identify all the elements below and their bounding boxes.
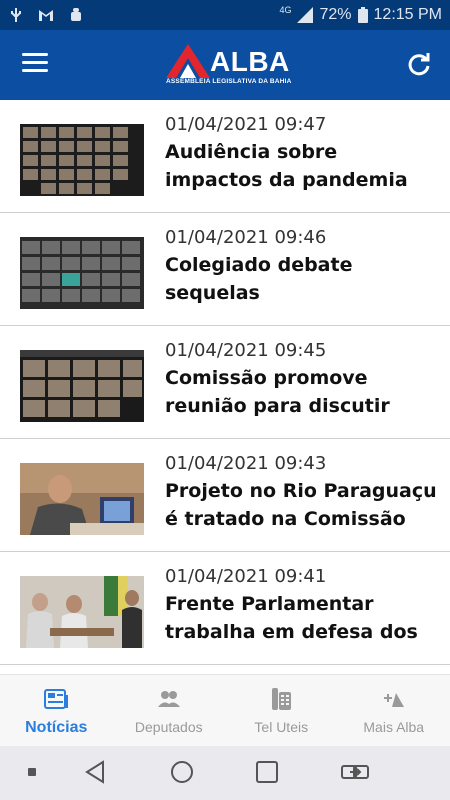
news-date: 01/04/2021 09:43 <box>165 453 327 474</box>
news-item[interactable]: 01/04/2021 09:45 Comissão promove reuniã… <box>0 326 450 439</box>
news-title: Comissão promove reunião para discutir d… <box>165 367 390 417</box>
news-item[interactable]: 01/04/2021 09:41 Frente Parlamentar trab… <box>0 552 450 665</box>
gmail-icon <box>39 10 53 21</box>
news-title: Projeto no Rio Paraguaçu é tratado na Co… <box>165 480 437 530</box>
signal-icon <box>297 7 314 23</box>
news-list[interactable]: 01/04/2021 09:47 Audiência sobre impacto… <box>0 100 450 674</box>
newspaper-icon <box>44 689 69 709</box>
app-bar: ALBA ASSEMBLEIA LEGISLATIVA DA BAHIA <box>0 30 450 100</box>
menu-icon-bar <box>22 69 48 72</box>
system-status: 4G 72% 12:15 PM <box>279 5 442 24</box>
battery-percent: 72% <box>319 6 352 23</box>
news-title: Audiência sobre impactos da pandemia mar… <box>165 141 408 191</box>
tab-label: Notícias <box>25 719 88 736</box>
tab-mais-alba[interactable]: Mais Alba <box>338 675 450 746</box>
news-item[interactable]: 01/04/2021 09:46 Colegiado debate sequel… <box>0 213 450 326</box>
news-date: 01/04/2021 09:45 <box>165 340 327 361</box>
video-grid-image <box>20 124 144 196</box>
news-thumbnail <box>20 576 144 648</box>
news-item[interactable]: 01/04/2021 09:43 Projeto no Rio Paraguaç… <box>0 439 450 552</box>
news-thumbnail <box>20 124 144 196</box>
tab-label: Deputados <box>134 719 203 735</box>
people-icon <box>157 691 180 707</box>
notification-icons <box>8 8 84 22</box>
alba-logo: ALBA ASSEMBLEIA LEGISLATIVA DA BAHIA <box>166 42 291 90</box>
tab-label: Tel Uteis <box>254 719 309 735</box>
menu-icon-bar <box>22 53 48 56</box>
status-bar: 4G 72% 12:15 PM <box>0 0 450 30</box>
recents-icon[interactable] <box>256 761 278 783</box>
news-date: 01/04/2021 09:46 <box>165 227 327 248</box>
logo-word: ALBA <box>210 46 290 77</box>
phone-icon <box>272 688 292 710</box>
battery-icon <box>357 7 368 23</box>
menu-icon-bar <box>22 61 48 64</box>
tab-deputados[interactable]: Deputados <box>113 675 226 746</box>
refresh-icon <box>408 53 430 76</box>
news-date: 01/04/2021 09:47 <box>165 114 327 135</box>
back-icon[interactable] <box>84 760 106 784</box>
news-date: 01/04/2021 09:41 <box>165 566 327 587</box>
meeting-room-image <box>20 576 144 648</box>
bottom-navigation: Notícias Deputados Tel Uteis Mais Alba <box>0 674 450 746</box>
home-icon[interactable] <box>170 760 194 784</box>
menu-button[interactable] <box>22 53 48 75</box>
clock: 12:15 PM <box>373 6 442 23</box>
news-item[interactable]: 01/04/2021 09:47 Audiência sobre impacto… <box>0 100 450 213</box>
logo-triangle-icon <box>166 44 210 78</box>
news-title: Colegiado debate sequelas cardiovascular… <box>165 254 353 304</box>
network-type-label: 4G <box>279 5 292 15</box>
news-thumbnail <box>20 237 144 309</box>
video-grid-image <box>20 237 144 309</box>
logo-subtitle: ASSEMBLEIA LEGISLATIVA DA BAHIA <box>166 78 292 85</box>
tab-label: Mais Alba <box>363 719 425 735</box>
person-laptop-image <box>20 463 144 535</box>
news-title: Frente Parlamentar trabalha em defesa do… <box>165 593 418 643</box>
android-debug-icon <box>71 8 81 21</box>
tab-tel-uteis[interactable]: Tel Uteis <box>225 675 338 746</box>
notification-dot-button[interactable] <box>28 768 36 776</box>
refresh-button[interactable] <box>406 52 432 78</box>
switch-apps-icon[interactable] <box>341 761 369 783</box>
news-thumbnail <box>20 463 144 535</box>
video-grid-image <box>20 350 144 422</box>
tab-noticias[interactable]: Notícias <box>0 675 113 746</box>
news-thumbnail <box>20 350 144 422</box>
system-navigation-bar <box>0 746 450 800</box>
plus-shapes-icon <box>383 693 404 707</box>
usb-icon <box>11 8 21 22</box>
